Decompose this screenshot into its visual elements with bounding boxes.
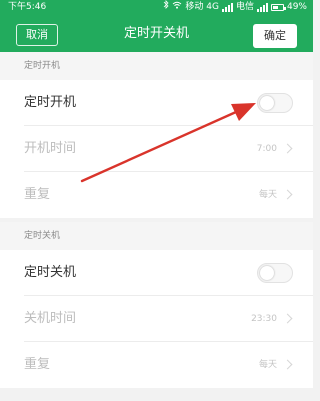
power-off-time-row[interactable]: 关机时间 23:30 <box>0 296 313 342</box>
power-on-toggle-label: 定时开机 <box>24 95 77 110</box>
chevron-right-icon <box>282 313 293 324</box>
power-on-repeat-label: 重复 <box>24 187 51 202</box>
power-off-toggle-label: 定时关机 <box>24 265 77 280</box>
power-on-time-row[interactable]: 开机时间 7:00 <box>0 126 313 172</box>
status-time: 下午5:46 <box>8 2 47 12</box>
power-off-repeat-row[interactable]: 重复 每天 <box>0 342 313 388</box>
section-header-power-on: 定时开机 <box>0 52 313 80</box>
cancel-button[interactable]: 取消 <box>16 24 58 46</box>
signal-2-icon <box>256 3 268 12</box>
bottom-gap <box>0 388 313 401</box>
power-on-toggle[interactable] <box>257 93 293 113</box>
status-bar: 下午5:46 移动 4G 电信 49% <box>0 0 313 15</box>
power-on-repeat-row[interactable]: 重复 每天 <box>0 172 313 218</box>
header: 下午5:46 移动 4G 电信 49% 定时开关机 取消 确定 <box>0 0 313 52</box>
status-indicators: 移动 4G 电信 49% <box>163 0 307 15</box>
power-on-repeat-value: 每天 <box>258 190 277 200</box>
power-on-toggle-row[interactable]: 定时开机 <box>0 80 313 126</box>
wifi-icon <box>172 0 182 15</box>
section-header-power-off: 定时关机 <box>0 222 313 250</box>
power-off-time-label: 关机时间 <box>24 311 77 326</box>
power-off-toggle-row[interactable]: 定时关机 <box>0 250 313 296</box>
battery-icon <box>270 4 286 11</box>
chevron-right-icon <box>282 359 293 370</box>
bluetooth-icon <box>163 0 169 15</box>
app-screen: 下午5:46 移动 4G 电信 49% 定时开关机 取消 确定 定时开机 定时开… <box>0 0 313 401</box>
power-on-time-label: 开机时间 <box>24 141 77 156</box>
chevron-right-icon <box>282 189 293 200</box>
carrier-1: 移动 4G <box>185 2 219 12</box>
power-off-repeat-label: 重复 <box>24 357 51 372</box>
signal-1-icon <box>221 3 233 12</box>
toggle-knob <box>260 96 274 110</box>
toggle-knob <box>260 266 274 280</box>
nav-bar: 定时开关机 取消 确定 <box>0 15 313 52</box>
power-off-toggle[interactable] <box>257 263 293 283</box>
power-on-time-value: 7:00 <box>256 144 277 154</box>
power-off-time-value: 23:30 <box>251 314 277 324</box>
confirm-button[interactable]: 确定 <box>253 24 297 48</box>
carrier-2: 电信 <box>235 2 254 12</box>
battery-percent: 49% <box>286 2 307 12</box>
power-off-repeat-value: 每天 <box>258 360 277 370</box>
chevron-right-icon <box>282 143 293 154</box>
